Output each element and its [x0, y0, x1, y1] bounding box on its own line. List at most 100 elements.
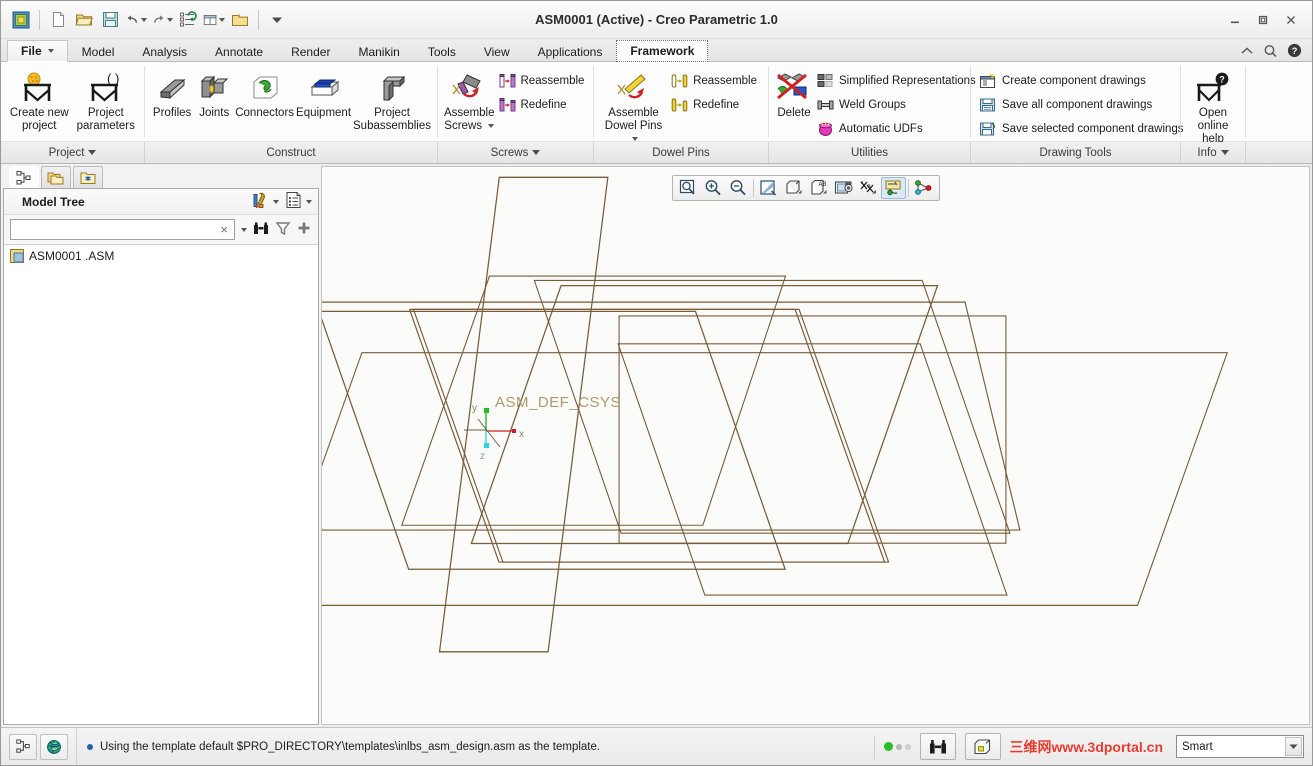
group-label-screws-caret-icon[interactable] — [532, 150, 541, 155]
undo-icon[interactable] — [124, 8, 148, 32]
regenerate-icon[interactable] — [176, 8, 200, 32]
tab-applications[interactable]: Applications — [524, 40, 617, 62]
equipment-button[interactable]: Equipment — [295, 66, 352, 121]
close-window-icon[interactable] — [228, 8, 252, 32]
display-style-icon[interactable] — [781, 177, 806, 199]
clear-search-icon[interactable]: × — [218, 222, 230, 237]
screws-redefine-button[interactable]: Redefine — [496, 94, 591, 116]
redo-icon[interactable] — [150, 8, 174, 32]
group-label-info-caret-icon[interactable] — [1220, 150, 1229, 155]
tab-file[interactable]: File — [7, 40, 68, 62]
window-switch-caret-icon[interactable] — [219, 17, 225, 22]
zoom-in-icon[interactable] — [701, 177, 726, 199]
assemble-dowel-pins-button[interactable]: Assemble Dowel Pins — [599, 66, 668, 147]
save-selected-component-drawings-button[interactable]: Save selected component drawings — [976, 118, 1190, 140]
close-button[interactable] — [1278, 9, 1304, 31]
ribbon-group-utilities: Delete Simplified Representations Weld G… — [769, 62, 976, 141]
joints-button[interactable]: Joints — [194, 66, 234, 121]
collapse-ribbon-icon[interactable] — [1240, 45, 1254, 60]
tree-columns-icon[interactable] — [285, 191, 302, 212]
model-tree-body[interactable]: ASM0001 .ASM — [4, 245, 318, 724]
profiles-button[interactable]: Profiles — [150, 66, 194, 121]
search-input-box[interactable]: × — [10, 219, 235, 240]
assemble-screws-caret-icon[interactable] — [488, 123, 495, 128]
project-parameters-button[interactable]: ( ) Project parameters — [73, 66, 140, 134]
asm-def-csys[interactable]: x y z ASM_DEF_CSYS — [464, 394, 674, 462]
search-caret-icon[interactable] — [241, 227, 247, 232]
tab-framework[interactable]: Framework — [616, 40, 709, 62]
add-item-icon[interactable] — [296, 220, 312, 239]
repaint-icon[interactable] — [756, 177, 781, 199]
tree-columns-caret-icon[interactable] — [306, 199, 312, 204]
graphics-viewport[interactable]: AB x x x y z ASM_DEF_CSYS — [321, 166, 1310, 725]
open-folder-icon[interactable] — [72, 8, 96, 32]
pins-reassemble-button[interactable]: Reassemble — [668, 70, 763, 92]
group-label-info[interactable]: Info — [1181, 142, 1246, 163]
tab-tools[interactable]: Tools — [414, 40, 470, 62]
selection-box-button[interactable] — [964, 733, 1001, 760]
automatic-udfs-button[interactable]: Automatic UDFs — [814, 118, 982, 140]
creo-logo-icon[interactable] — [9, 8, 33, 32]
tab-view[interactable]: View — [470, 40, 524, 62]
svg-text:?: ? — [1219, 74, 1225, 84]
find-binoculars-icon[interactable] — [252, 220, 270, 239]
view-manager-icon[interactable] — [831, 177, 856, 199]
tab-model[interactable]: Model — [68, 40, 129, 62]
search-icon[interactable] — [1263, 44, 1278, 61]
tab-analysis[interactable]: Analysis — [128, 40, 201, 62]
customize-qat-icon[interactable] — [265, 8, 289, 32]
pins-redefine-button[interactable]: Redefine — [668, 94, 763, 116]
tab-model-label: Model — [81, 44, 115, 59]
tree-settings-icon[interactable] — [250, 191, 269, 212]
utilities-small-stack: Simplified Representations Weld Groups A… — [814, 66, 982, 140]
help-icon[interactable]: ? — [1287, 43, 1302, 61]
project-subassemblies-button[interactable]: Project Subassemblies — [352, 66, 432, 134]
restore-button[interactable] — [1250, 9, 1276, 31]
status-globe-tab[interactable] — [40, 733, 68, 760]
weld-groups-button[interactable]: Weld Groups — [814, 94, 982, 116]
window-switch-icon[interactable] — [202, 8, 226, 32]
redo-caret-icon[interactable] — [167, 17, 173, 22]
create-new-project-button[interactable]: Create new project — [6, 66, 73, 134]
new-file-icon[interactable] — [46, 8, 70, 32]
save-icon[interactable] — [98, 8, 122, 32]
open-online-help-button[interactable]: ? Open online help — [1186, 66, 1240, 147]
group-label-screws[interactable]: Screws — [438, 142, 594, 163]
tab-annotate[interactable]: Annotate — [201, 40, 277, 62]
annotation-display-icon[interactable] — [881, 177, 906, 199]
refit-zoom-icon[interactable] — [676, 177, 701, 199]
datum-display-icon[interactable]: x x — [856, 177, 881, 199]
tab-manikin[interactable]: Manikin — [344, 40, 413, 62]
spin-center-icon[interactable] — [911, 177, 936, 199]
model-tree-tab[interactable] — [9, 166, 39, 188]
group-label-project-caret-icon[interactable] — [88, 150, 97, 155]
simplified-representations-button[interactable]: Simplified Representations — [814, 70, 982, 92]
selection-filter-dropdown[interactable]: Smart — [1176, 735, 1304, 758]
delete-button[interactable]: Delete — [774, 66, 814, 121]
tab-render[interactable]: Render — [277, 40, 344, 62]
tree-item-asm0001[interactable]: ASM0001 .ASM — [4, 247, 318, 265]
assemble-dowel-pins-caret-icon[interactable] — [632, 136, 639, 141]
folder-browser-tab[interactable] — [41, 166, 71, 188]
tree-settings-caret-icon[interactable] — [273, 199, 279, 204]
pins-reassemble-label: Reassemble — [693, 75, 757, 87]
assemble-screws-button[interactable]: Assemble Screws — [443, 66, 496, 134]
group-label-project[interactable]: Project — [1, 142, 145, 163]
screws-reassemble-button[interactable]: Reassemble — [496, 70, 591, 92]
save-all-component-drawings-button[interactable]: Save all component drawings — [976, 94, 1190, 116]
connectors-button[interactable]: Connectors — [234, 66, 295, 121]
find-binoculars-button[interactable] — [919, 733, 956, 760]
status-tree-tab[interactable] — [9, 733, 37, 760]
filter-funnel-icon[interactable] — [275, 220, 291, 239]
connector-icon — [248, 70, 282, 106]
screw-redefine-icon — [499, 98, 515, 112]
selection-filter-arrow-icon[interactable] — [1285, 737, 1302, 756]
favorites-tab[interactable] — [73, 166, 103, 188]
csys-x-label: x — [519, 429, 524, 440]
saved-orientations-icon[interactable]: AB — [806, 177, 831, 199]
create-component-drawings-button[interactable]: Create component drawings — [976, 70, 1190, 92]
zoom-out-icon[interactable] — [726, 177, 751, 199]
minimize-button[interactable] — [1222, 9, 1248, 31]
undo-caret-icon[interactable] — [141, 17, 147, 22]
search-input[interactable] — [15, 223, 219, 236]
